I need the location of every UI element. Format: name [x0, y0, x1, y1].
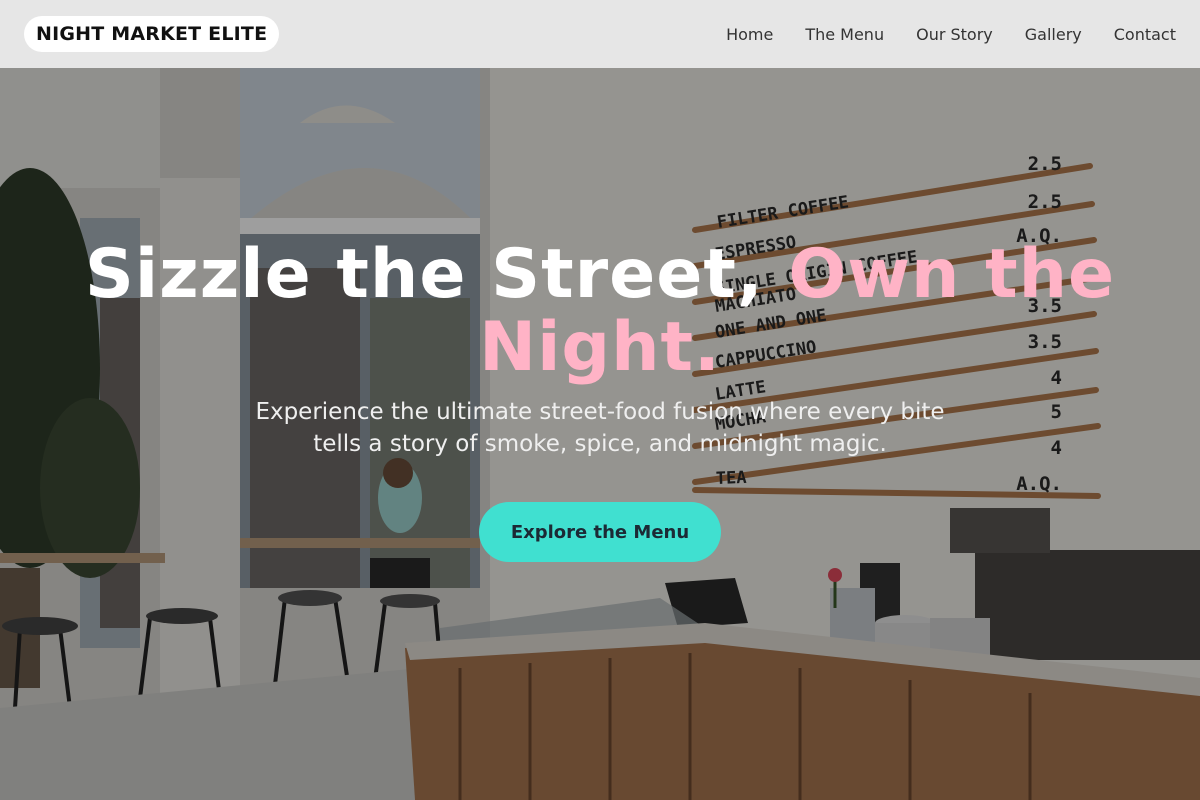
nav-link-home[interactable]: Home	[726, 25, 773, 44]
nav-link-our-story[interactable]: Our Story	[916, 25, 993, 44]
hero-content: Sizzle the Street, Own the Night. Experi…	[0, 68, 1200, 800]
brand-logo[interactable]: NIGHT MARKET ELITE	[24, 16, 280, 52]
nav-link-gallery[interactable]: Gallery	[1025, 25, 1082, 44]
site-header: NIGHT MARKET ELITE Home The Menu Our Sto…	[0, 0, 1200, 68]
main-nav: Home The Menu Our Story Gallery Contact	[694, 25, 1176, 44]
explore-menu-button[interactable]: Explore the Menu	[479, 502, 721, 562]
nav-link-contact[interactable]: Contact	[1114, 25, 1176, 44]
nav-link-menu[interactable]: The Menu	[805, 25, 884, 44]
hero-subtitle: Experience the ultimate street-food fusi…	[255, 399, 945, 457]
hero-headline: Sizzle the Street, Own the Night.	[50, 238, 1150, 384]
hero-headline-main: Sizzle the Street,	[84, 235, 764, 314]
